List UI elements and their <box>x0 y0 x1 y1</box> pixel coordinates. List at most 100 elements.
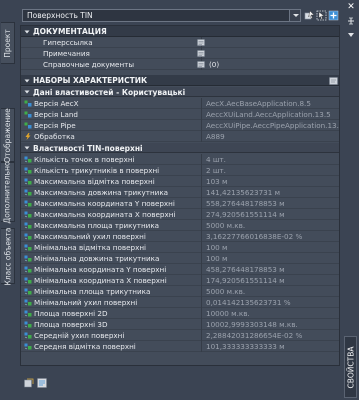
property-value: 558,276448178853 м <box>206 199 285 208</box>
palette-titlebar: ✕ СВОЙСТВА <box>342 0 359 400</box>
add-property-set-icon[interactable] <box>329 77 338 85</box>
property-value <box>206 38 339 48</box>
property-row[interactable]: Кількість трикутників в поверхні 2 шт. <box>21 165 339 176</box>
surface-property-icon <box>24 222 32 229</box>
property-value: 101,333333333333 м <box>206 342 285 351</box>
property-row[interactable]: Гиперссылка <box>21 37 339 48</box>
column-divider <box>201 319 202 330</box>
edit-notes-icon[interactable] <box>197 50 205 57</box>
object-type-value: Поверхность TIN <box>27 11 93 20</box>
property-row[interactable]: Максимальна координата X поверхні 274,920… <box>21 209 339 220</box>
property-row[interactable]: Версія Pipe AeccXUiPipe.AeccPipeApplicati… <box>21 120 339 131</box>
section-documentation[interactable]: ДОКУМЕНТАЦИЯ <box>21 26 339 37</box>
surface-property-icon <box>24 266 32 273</box>
property-value: 2,28842031286654E-02 % <box>206 331 303 340</box>
tab-object-class[interactable]: Класс объекта <box>1 227 15 285</box>
property-row[interactable]: Мінімальна координата X поверхні 174,9205… <box>21 275 339 286</box>
property-row[interactable]: Максимальна координата Y поверхні 558,276… <box>21 198 339 209</box>
property-row[interactable]: Обработка A889 <box>21 131 339 142</box>
edit-documents-icon[interactable] <box>197 61 205 68</box>
column-divider <box>201 209 202 220</box>
property-row[interactable]: Максимальна довжина трикутника 141,421356… <box>21 187 339 198</box>
property-row[interactable]: Площа поверхні 3D 10002,9993303148 м.кв. <box>21 319 339 330</box>
left-tab-strip: Проект Отображение Дополнительно Класс о… <box>0 0 16 400</box>
property-label: Мінімальна площа трикутника <box>34 287 151 296</box>
property-label: Мінімальний ухил поверхні <box>34 298 138 307</box>
collapse-icon[interactable] <box>24 78 30 84</box>
surface-property-icon <box>24 178 32 185</box>
property-row[interactable]: Примечания <box>21 48 339 59</box>
property-label: Мінімальна координата X поверхні <box>34 276 167 285</box>
property-label: Мінімальна відмітка поверхні <box>34 243 147 252</box>
lightning-icon <box>25 133 31 140</box>
property-value: 100 м <box>206 254 228 263</box>
property-label: Максимальна площа трикутника <box>34 221 160 230</box>
property-row[interactable]: Мінімальна координата Y поверхні 458,2764… <box>21 264 339 275</box>
column-divider <box>201 198 202 209</box>
column-divider <box>201 165 202 176</box>
collapse-icon[interactable] <box>24 145 30 151</box>
chevron-down-icon[interactable] <box>289 10 300 21</box>
properties-menu-icon[interactable] <box>346 30 356 40</box>
select-objects-icon[interactable] <box>316 10 327 21</box>
property-row[interactable]: Площа поверхні 2D 10000 м.кв. <box>21 308 339 319</box>
apply-to-icon[interactable] <box>24 378 34 388</box>
collapse-icon[interactable] <box>24 29 30 35</box>
toggle-pickadd-icon[interactable] <box>328 10 339 21</box>
property-label: Версія AecX <box>34 99 79 108</box>
object-type-select[interactable]: Поверхность TIN <box>22 9 301 22</box>
property-row[interactable]: Максимальна площа трикутника 5000 м.кв. <box>21 220 339 231</box>
tab-object-class-label: Класс объекта <box>3 227 12 285</box>
property-grid: ДОКУМЕНТАЦИЯ Гиперссылка Примечания Спра… <box>20 25 340 366</box>
properties-palette: Проект Отображение Дополнительно Класс о… <box>0 0 359 400</box>
property-row[interactable]: Мінімальна довжина трикутника 100 м <box>21 253 339 264</box>
surface-property-icon <box>24 156 32 163</box>
property-row[interactable]: Справочные документы (0) <box>21 59 339 70</box>
property-row[interactable]: Максимальний ухил поверхні 3,162277660168… <box>21 231 339 242</box>
drawing-properties-icon[interactable] <box>37 378 47 388</box>
section-documentation-title: ДОКУМЕНТАЦИЯ <box>33 27 107 36</box>
quick-select-icon[interactable] <box>304 10 315 21</box>
property-row[interactable]: Максимальна відмітка поверхні 103 м <box>21 176 339 187</box>
surface-property-icon <box>24 343 32 350</box>
group-custom-property-data[interactable]: Дані властивостей - Користувацькі <box>21 87 339 97</box>
property-row[interactable]: Версія AecX AecX.AecBaseApplication.8.5 <box>21 98 339 109</box>
column-divider <box>201 120 202 131</box>
close-icon[interactable]: ✕ <box>346 2 356 12</box>
property-value: (0) <box>209 60 220 69</box>
section-property-sets[interactable]: НАБОРЫ ХАРАКТЕРИСТИК <box>21 75 339 86</box>
tab-project[interactable]: Проект <box>1 22 15 64</box>
property-label: Мінімальна координата Y поверхні <box>34 265 167 274</box>
toolbar: Поверхность TIN <box>16 9 342 23</box>
property-row[interactable]: Середній ухил поверхні 2,28842031286654E-… <box>21 330 339 341</box>
column-divider <box>201 231 202 242</box>
property-row[interactable]: Середня відмітка поверхні 101,33333333333… <box>21 341 339 352</box>
property-row[interactable]: Версія Land AeccXUiLand.AeccApplication.1… <box>21 109 339 120</box>
property-row[interactable]: Мінімальна площа трикутника 5000 м.кв. <box>21 286 339 297</box>
tab-properties[interactable]: СВОЙСТВА <box>344 336 357 398</box>
column-divider <box>201 187 202 198</box>
tab-display[interactable]: Отображение <box>1 108 15 162</box>
tab-extended-label: Дополнительно <box>3 160 13 224</box>
surface-property-icon <box>24 233 32 240</box>
property-value: 100 м <box>206 243 228 252</box>
property-value: A889 <box>206 132 225 141</box>
property-label: Максимальна координата Y поверхні <box>34 199 175 208</box>
tab-extended[interactable]: Дополнительно <box>1 160 15 224</box>
column-divider <box>201 176 202 187</box>
auto-hide-icon[interactable] <box>346 16 356 26</box>
property-value: AecX.AecBaseApplication.8.5 <box>206 99 311 108</box>
property-value: 3,16227766016838E-02 % <box>206 232 303 241</box>
property-value: AeccXUiLand.AeccApplication.13.5 <box>206 110 331 119</box>
edit-hyperlink-icon[interactable] <box>197 39 205 46</box>
surface-property-icon <box>24 189 32 196</box>
property-row[interactable]: Мінімальний ухил поверхні 0,0141421356237… <box>21 297 339 308</box>
property-row[interactable]: Мінімальна відмітка поверхні 100 м <box>21 242 339 253</box>
property-row[interactable]: Кількість точок в поверхні 4 шт. <box>21 154 339 165</box>
collapse-icon[interactable] <box>24 89 30 95</box>
property-value: 458,276448178853 м <box>206 265 285 274</box>
property-value: 141,42135623731 м <box>206 188 281 197</box>
column-divider <box>201 297 202 308</box>
group-tin-surface-properties[interactable]: Властивості TIN-поверхні <box>21 143 339 153</box>
bottom-toolbar <box>24 378 64 390</box>
